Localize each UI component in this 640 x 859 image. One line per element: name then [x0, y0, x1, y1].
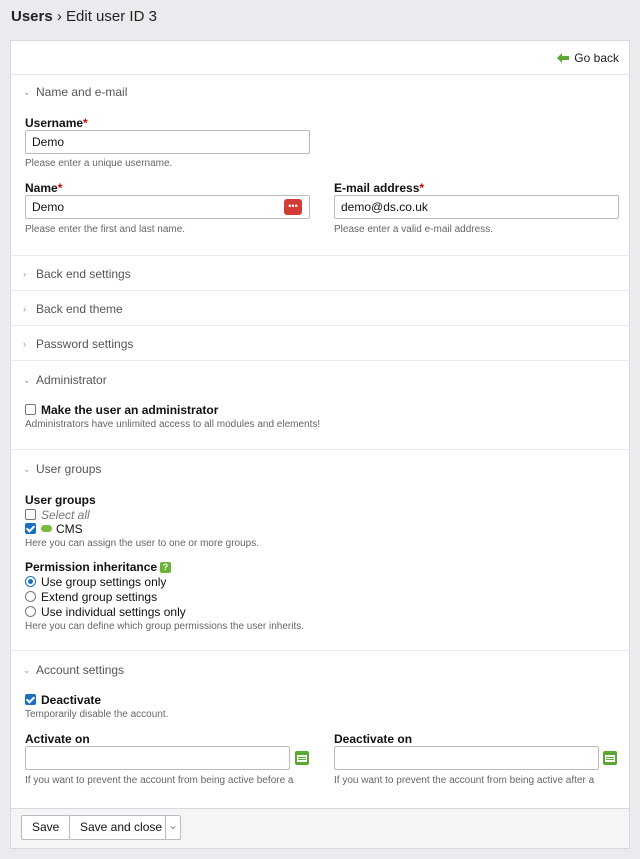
activate-on-field[interactable] [25, 746, 290, 770]
radio-individual-label[interactable]: Use individual settings only [41, 605, 186, 619]
admin-label[interactable]: Make the user an administrator [41, 403, 218, 417]
go-back-link[interactable]: Go back [557, 51, 619, 65]
deactivate-on-label: Deactivate on [334, 732, 413, 746]
group-cms-label[interactable]: CMS [56, 522, 83, 536]
select-all-label[interactable]: Select all [41, 508, 90, 522]
legend-administrator[interactable]: ⌄ Administrator [23, 373, 107, 387]
divider [11, 449, 629, 450]
calendar-icon[interactable] [295, 751, 309, 765]
deactivate-on-help: If you want to prevent the account from … [334, 775, 595, 786]
admin-checkbox[interactable] [25, 404, 36, 415]
chevron-right-icon: › [23, 304, 26, 314]
groups-help: Here you can assign the user to one or m… [25, 538, 260, 549]
inherit-help: Here you can define which group permissi… [25, 621, 305, 632]
chevron-down-icon: ⌄ [23, 374, 31, 385]
chevron-down-icon: ⌄ [23, 86, 31, 97]
calendar-icon[interactable] [603, 751, 617, 765]
legend-backend-settings[interactable]: › Back end settings [23, 267, 131, 281]
save-options-chevron-icon[interactable]: ⌄ [165, 815, 181, 840]
radio-group-only[interactable] [25, 576, 36, 587]
select-all-checkbox[interactable] [25, 509, 36, 520]
email-field[interactable]: demo@ds.co.uk [334, 195, 619, 219]
divider [11, 74, 629, 75]
deactivate-help: Temporarily disable the account. [25, 709, 169, 720]
username-help: Please enter a unique username. [25, 158, 173, 169]
form-footer: Save Save and close ⌄ [10, 809, 630, 849]
radio-extend-label[interactable]: Extend group settings [41, 590, 157, 604]
save-button[interactable]: Save [21, 815, 71, 840]
breadcrumb-separator: › [56, 8, 62, 25]
name-label: Name* [25, 181, 63, 195]
legend-account-settings[interactable]: ⌄ Account settings [23, 663, 124, 677]
divider [11, 650, 629, 651]
legend-backend-theme[interactable]: › Back end theme [23, 302, 123, 316]
legend-password-settings[interactable]: › Password settings [23, 337, 133, 351]
chevron-right-icon: › [23, 339, 26, 349]
deactivate-label[interactable]: Deactivate [41, 693, 101, 707]
radio-individual[interactable] [25, 606, 36, 617]
radio-group-only-label[interactable]: Use group settings only [41, 575, 166, 589]
radio-extend[interactable] [25, 591, 36, 602]
user-groups-label: User groups [25, 493, 96, 507]
help-icon[interactable]: ? [160, 562, 172, 573]
save-close-button[interactable]: Save and close [69, 815, 173, 840]
password-manager-icon[interactable]: ••• [284, 199, 302, 215]
chevron-right-icon: › [23, 269, 26, 279]
email-label: E-mail address* [334, 181, 425, 195]
edit-user-form: Go back ⌄ Name and e-mail Username* Demo… [10, 40, 630, 809]
name-help: Please enter the first and last name. [25, 224, 186, 235]
email-help: Please enter a valid e-mail address. [334, 224, 493, 235]
chevron-down-icon: ⌄ [23, 463, 31, 474]
arrow-left-icon [557, 53, 570, 63]
permission-inheritance-label: Permission inheritance? [25, 560, 172, 574]
breadcrumb-users[interactable]: Users [11, 8, 53, 25]
admin-help: Administrators have unlimited access to … [25, 419, 321, 430]
divider [11, 360, 629, 361]
name-field[interactable]: Demo ••• [25, 195, 310, 219]
activate-on-help: If you want to prevent the account from … [25, 775, 294, 786]
page-title: Users › Edit user ID 3 [11, 8, 157, 25]
legend-user-groups[interactable]: ⌄ User groups [23, 462, 101, 476]
activate-on-label: Activate on [25, 732, 90, 746]
group-icon [41, 525, 52, 532]
deactivate-on-field[interactable] [334, 746, 599, 770]
group-cms-checkbox[interactable] [25, 523, 36, 534]
divider [11, 290, 629, 291]
legend-name-email[interactable]: ⌄ Name and e-mail [23, 85, 127, 99]
divider [11, 255, 629, 256]
page-heading: Edit user ID 3 [66, 8, 157, 25]
username-label: Username* [25, 116, 88, 130]
deactivate-checkbox[interactable] [25, 694, 36, 705]
divider [11, 325, 629, 326]
chevron-down-icon: ⌄ [23, 664, 31, 675]
username-field[interactable]: Demo [25, 130, 310, 154]
